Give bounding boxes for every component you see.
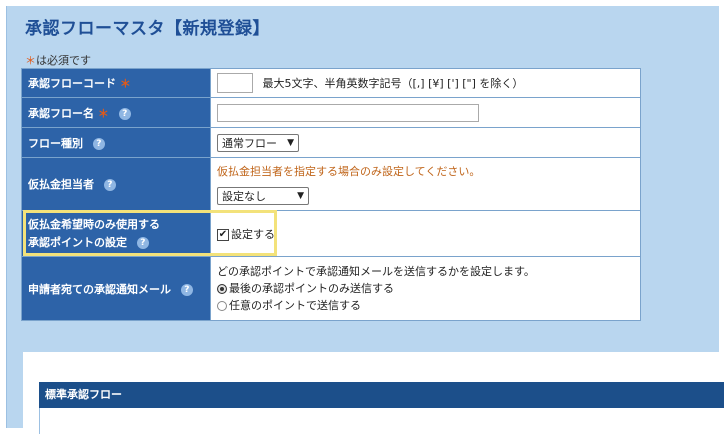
required-note: ＊は必須です [25, 52, 91, 68]
check-icon: ✔ [217, 228, 229, 241]
required-note-text: は必須です [36, 54, 91, 67]
row-flow-type: フロー種別 ? 通常フロー ▼ [21, 127, 641, 158]
advance-manager-select[interactable]: 設定なし ▼ [217, 187, 309, 205]
flow-name-label: 承認フロー名 ＊ ? [21, 97, 211, 128]
flow-name-cell [210, 97, 641, 128]
flow-code-cell: 最大5文字、半角英数字記号（[,] [¥] ['] ["] を除く） [210, 68, 641, 98]
help-icon[interactable]: ? [103, 179, 116, 191]
main-panel: 承認フローマスタ【新規登録】 ＊は必須です 承認フローコード ＊ 最大5文字、半… [6, 6, 724, 434]
required-mark: ＊ [97, 106, 109, 120]
advance-point-label-line1: 仮払金希望時のみ使用する [28, 217, 160, 231]
page-title: 承認フローマスタ【新規登録】 [25, 19, 270, 39]
advance-manager-selected: 設定なし [222, 190, 266, 203]
notify-option-any[interactable]: 任意のポイントで送信する [217, 297, 634, 314]
advance-point-label-line2: 承認ポイントの設定 [28, 235, 127, 249]
chevron-down-icon: ▼ [287, 137, 294, 148]
notify-description: どの承認ポイントで承認通知メールを送信するかを設定します。 [217, 265, 535, 278]
chevron-down-icon: ▼ [297, 191, 304, 201]
notify-option-any-label: 任意のポイントで送信する [229, 299, 361, 312]
notify-cell: どの承認ポイントで承認通知メールを送信するかを設定します。 最後の承認ポイントの… [210, 256, 641, 321]
radio-icon[interactable] [217, 301, 227, 311]
advance-point-label: 仮払金希望時のみ使用する 承認ポイントの設定 ? [21, 210, 211, 257]
help-icon[interactable]: ? [136, 236, 149, 249]
registration-form: 承認フローコード ＊ 最大5文字、半角英数字記号（[,] [¥] ['] ["]… [21, 68, 641, 321]
help-icon[interactable]: ? [118, 107, 131, 120]
advance-manager-label-text: 仮払金担当者 [28, 178, 94, 191]
flow-type-label: フロー種別 ? [21, 127, 211, 158]
flow-type-select[interactable]: 通常フロー ▼ [217, 133, 299, 152]
flow-code-label-text: 承認フローコード [28, 77, 116, 90]
flow-type-label-text: フロー種別 [28, 136, 83, 150]
standard-flow-header: 標準承認フロー [39, 382, 724, 408]
flow-type-cell: 通常フロー ▼ [210, 127, 641, 158]
help-icon[interactable]: ? [180, 283, 193, 296]
required-mark: ＊ [25, 54, 36, 67]
advance-point-checkbox[interactable]: ✔ [217, 228, 231, 241]
advance-point-cell: ✔ 設定する [210, 210, 641, 257]
advance-manager-note: 仮払金担当者を指定する場合のみ設定してください。 [217, 165, 481, 178]
standard-flow-section: 標準承認フロー [23, 352, 724, 434]
notify-label-text: 申請者宛ての承認通知メール [28, 282, 171, 296]
flow-name-label-text: 承認フロー名 [28, 106, 94, 120]
row-advance-manager: 仮払金担当者 ? 仮払金担当者を指定する場合のみ設定してください。 設定なし ▼ [21, 157, 641, 211]
help-icon[interactable]: ? [92, 137, 105, 150]
advance-point-checkbox-label[interactable]: 設定する [231, 228, 275, 241]
notify-label: 申請者宛ての承認通知メール ? [21, 256, 211, 321]
standard-flow-body [39, 408, 724, 434]
flow-type-selected: 通常フロー [222, 136, 277, 150]
notify-option-last[interactable]: 最後の承認ポイントのみ送信する [217, 280, 634, 297]
flow-code-input[interactable] [217, 73, 253, 93]
flow-code-label: 承認フローコード ＊ [21, 68, 211, 98]
row-notify: 申請者宛ての承認通知メール ? どの承認ポイントで承認通知メールを送信するかを設… [21, 256, 641, 321]
flow-name-input[interactable] [217, 103, 479, 122]
notify-option-last-label: 最後の承認ポイントのみ送信する [229, 282, 394, 295]
advance-manager-cell: 仮払金担当者を指定する場合のみ設定してください。 設定なし ▼ [210, 157, 641, 211]
flow-code-hint: 最大5文字、半角英数字記号（[,] [¥] ['] ["] を除く） [262, 77, 524, 90]
row-flow-code: 承認フローコード ＊ 最大5文字、半角英数字記号（[,] [¥] ['] ["]… [21, 68, 641, 98]
row-advance-point: 仮払金希望時のみ使用する 承認ポイントの設定 ? ✔ 設定する [21, 210, 641, 257]
advance-manager-label: 仮払金担当者 ? [21, 157, 211, 211]
radio-selected-icon[interactable] [217, 284, 227, 294]
required-mark: ＊ [119, 77, 131, 90]
row-flow-name: 承認フロー名 ＊ ? [21, 97, 641, 128]
